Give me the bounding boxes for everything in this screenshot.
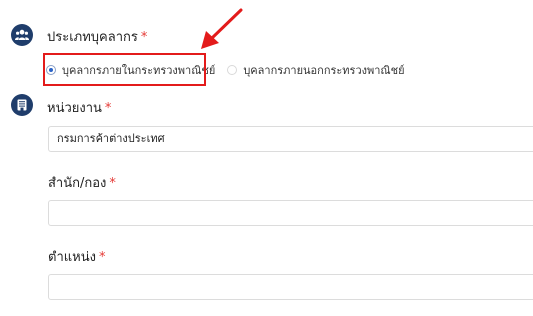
agency-label: หน่วยงาน * [47,97,111,118]
building-icon [11,94,33,116]
radio-external-personnel[interactable]: บุคลากรภายนอกกระทรวงพาณิชย์ [227,61,405,79]
users-icon [11,24,33,46]
office-label: สำนัก/กอง * [48,172,116,193]
agency-label-text: หน่วยงาน [47,101,102,116]
position-label-text: ตำแหน่ง [48,250,96,265]
highlight-box-annotation [43,53,206,86]
position-label: ตำแหน่ง * [48,246,105,267]
required-mark: * [109,176,116,191]
red-arrow-annotation [201,8,243,49]
required-mark: * [104,101,112,116]
required-mark: * [140,30,148,45]
agency-field[interactable]: กรมการค้าต่างประเทศ [48,126,533,152]
required-mark: * [98,250,106,265]
office-field[interactable] [48,200,533,226]
personnel-type-label-text: ประเภทบุคลากร [47,30,138,45]
agency-value: กรมการค้าต่างประเทศ [57,132,165,145]
radio-button-unselected[interactable] [227,65,238,75]
office-label-text: สำนัก/กอง [48,176,107,191]
personnel-type-label: ประเภทบุคลากร * [47,26,147,47]
radio-external-label: บุคลากรภายนอกกระทรวงพาณิชย์ [243,64,405,77]
position-field[interactable] [48,274,533,300]
